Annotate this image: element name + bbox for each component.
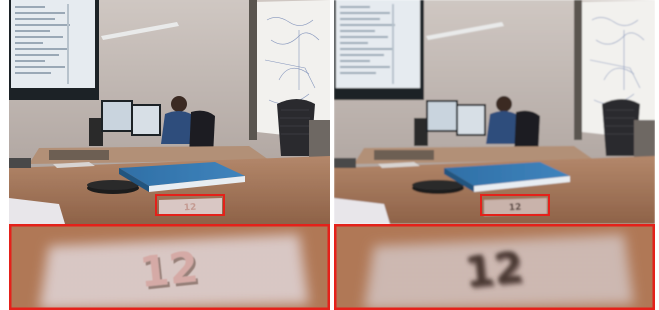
zoom-paper-label: 12 (462, 242, 525, 297)
office-photo: 12 (334, 0, 655, 224)
office-scene-left: 12 (9, 0, 330, 224)
office-photo: 12 (9, 0, 330, 224)
person (171, 96, 187, 112)
office-scene-right: 12 (334, 0, 655, 224)
right-comparison-panel: 12 12 12 (334, 0, 655, 310)
zoom-crop-right: 12 12 (334, 224, 655, 310)
zoom-view: 12 12 (334, 224, 655, 310)
paper-note-label: 12 (508, 203, 521, 214)
zoom-paper-label: 12 (137, 242, 200, 297)
zoom-crop-left: 12 12 (9, 224, 330, 310)
left-comparison-panel: 12 12 12 (9, 0, 330, 310)
person (496, 96, 512, 112)
paper-note-label: 12 (183, 203, 196, 214)
zoom-view: 12 12 (9, 224, 330, 310)
